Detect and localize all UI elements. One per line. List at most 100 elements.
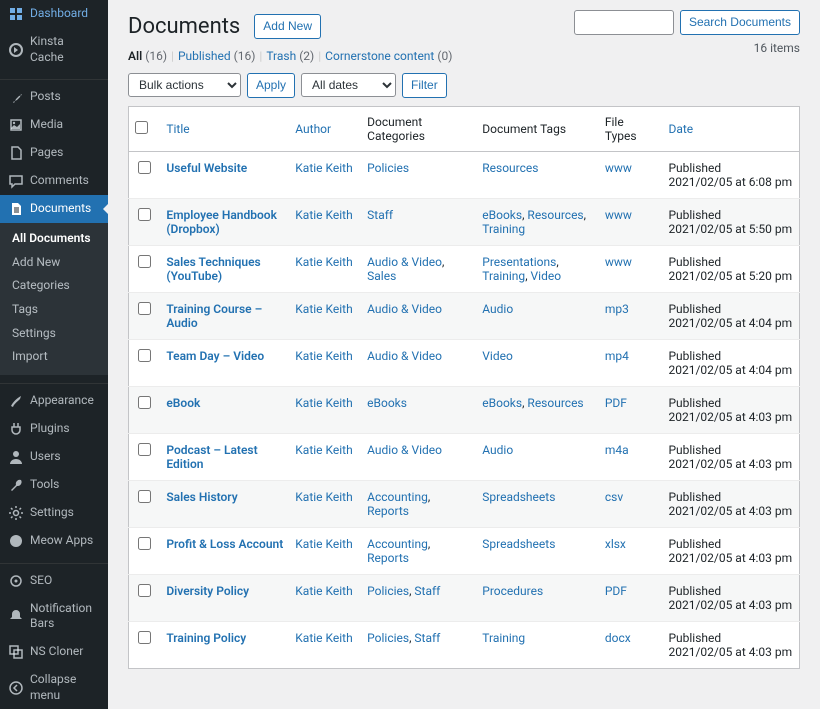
tag-link[interactable]: eBooks: [482, 396, 522, 410]
author-link[interactable]: Katie Keith: [295, 490, 352, 504]
doc-title-link[interactable]: Useful Website: [166, 161, 247, 175]
row-checkbox[interactable]: [138, 302, 151, 315]
select-all-checkbox[interactable]: [135, 121, 148, 134]
filter-button[interactable]: Filter: [402, 73, 447, 98]
search-documents-button[interactable]: Search Documents: [680, 10, 800, 35]
doc-title-link[interactable]: eBook: [166, 396, 200, 410]
tag-link[interactable]: Audio: [482, 443, 513, 457]
sidebar-item-appearance[interactable]: Appearance: [0, 387, 108, 415]
tag-link[interactable]: Procedures: [482, 584, 543, 598]
author-link[interactable]: Katie Keith: [295, 396, 352, 410]
category-link[interactable]: Policies: [367, 631, 409, 645]
category-link[interactable]: Sales: [367, 269, 396, 283]
author-link[interactable]: Katie Keith: [295, 631, 352, 645]
category-link[interactable]: Reports: [367, 551, 409, 565]
sidebar-item-collapse-menu[interactable]: Collapse menu: [0, 666, 108, 709]
doc-title-link[interactable]: Profit & Loss Account: [166, 537, 283, 551]
sidebar-item-tools[interactable]: Tools: [0, 471, 108, 499]
filetype-link[interactable]: www: [605, 161, 632, 175]
sidebar-item-kinsta-cache[interactable]: Kinsta Cache: [0, 28, 108, 71]
col-date[interactable]: Date: [668, 122, 693, 136]
tag-link[interactable]: Video: [531, 269, 562, 283]
category-link[interactable]: Accounting: [367, 490, 428, 504]
filetype-link[interactable]: PDF: [605, 584, 627, 598]
doc-title-link[interactable]: Employee Handbook (Dropbox): [166, 208, 277, 236]
sidebar-item-ns-cloner[interactable]: NS Cloner: [0, 638, 108, 666]
author-link[interactable]: Katie Keith: [295, 208, 352, 222]
category-link[interactable]: Policies: [367, 584, 409, 598]
author-link[interactable]: Katie Keith: [295, 537, 352, 551]
sidebar-item-dashboard[interactable]: Dashboard: [0, 0, 108, 28]
row-checkbox[interactable]: [138, 208, 151, 221]
row-checkbox[interactable]: [138, 584, 151, 597]
category-link[interactable]: Audio & Video: [367, 302, 442, 316]
sidebar-item-seo[interactable]: SEO: [0, 567, 108, 595]
tag-link[interactable]: Spreadsheets: [482, 490, 555, 504]
category-link[interactable]: Policies: [367, 161, 409, 175]
filetype-link[interactable]: PDF: [605, 396, 627, 410]
view-cornerstone-content[interactable]: Cornerstone content: [325, 49, 434, 63]
view-trash[interactable]: Trash: [266, 49, 296, 63]
apply-button[interactable]: Apply: [247, 73, 295, 98]
filetype-link[interactable]: m4a: [605, 443, 629, 457]
category-link[interactable]: Accounting: [367, 537, 428, 551]
row-checkbox[interactable]: [138, 537, 151, 550]
doc-title-link[interactable]: Sales History: [166, 490, 237, 504]
add-new-button[interactable]: Add New: [254, 14, 321, 39]
tag-link[interactable]: Presentations: [482, 255, 556, 269]
bulk-actions-select[interactable]: Bulk actions: [128, 73, 241, 97]
doc-title-link[interactable]: Podcast – Latest Edition: [166, 443, 257, 471]
category-link[interactable]: Staff: [367, 208, 393, 222]
filetype-link[interactable]: xlsx: [605, 537, 626, 551]
tag-link[interactable]: Audio: [482, 302, 513, 316]
tag-link[interactable]: Spreadsheets: [482, 537, 555, 551]
category-link[interactable]: Staff: [414, 631, 440, 645]
sidebar-item-plugins[interactable]: Plugins: [0, 415, 108, 443]
doc-title-link[interactable]: Training Course – Audio: [166, 302, 262, 330]
doc-title-link[interactable]: Team Day – Video: [166, 349, 264, 363]
submenu-item-import[interactable]: Import: [0, 345, 108, 369]
submenu-item-categories[interactable]: Categories: [0, 274, 108, 298]
category-link[interactable]: Audio & Video: [367, 349, 442, 363]
filetype-link[interactable]: mp3: [605, 302, 629, 316]
row-checkbox[interactable]: [138, 161, 151, 174]
row-checkbox[interactable]: [138, 255, 151, 268]
sidebar-item-comments[interactable]: Comments: [0, 167, 108, 195]
category-link[interactable]: Staff: [414, 584, 440, 598]
sidebar-item-meow-apps[interactable]: Meow Apps: [0, 527, 108, 555]
submenu-item-add-new[interactable]: Add New: [0, 251, 108, 275]
row-checkbox[interactable]: [138, 631, 151, 644]
tag-link[interactable]: Resources: [482, 161, 538, 175]
sidebar-item-notification-bars[interactable]: Notification Bars: [0, 595, 108, 638]
col-author[interactable]: Author: [295, 122, 331, 136]
filetype-link[interactable]: www: [605, 208, 632, 222]
tag-link[interactable]: Training: [482, 222, 525, 236]
row-checkbox[interactable]: [138, 443, 151, 456]
author-link[interactable]: Katie Keith: [295, 255, 352, 269]
filetype-link[interactable]: mp4: [605, 349, 629, 363]
category-link[interactable]: Audio & Video: [367, 443, 442, 457]
tag-link[interactable]: Training: [482, 631, 525, 645]
sidebar-item-media[interactable]: Media: [0, 111, 108, 139]
filetype-link[interactable]: docx: [605, 631, 631, 645]
view-published[interactable]: Published: [178, 49, 231, 63]
sidebar-item-pages[interactable]: Pages: [0, 139, 108, 167]
author-link[interactable]: Katie Keith: [295, 584, 352, 598]
row-checkbox[interactable]: [138, 396, 151, 409]
filetype-link[interactable]: csv: [605, 490, 623, 504]
row-checkbox[interactable]: [138, 490, 151, 503]
tag-link[interactable]: Training: [482, 269, 525, 283]
sidebar-item-settings[interactable]: Settings: [0, 499, 108, 527]
date-filter-select[interactable]: All dates: [301, 73, 396, 97]
doc-title-link[interactable]: Sales Techniques (YouTube): [166, 255, 260, 283]
sidebar-item-documents[interactable]: Documents: [0, 195, 108, 223]
tag-link[interactable]: Resources: [527, 396, 583, 410]
submenu-item-all-documents[interactable]: All Documents: [0, 227, 108, 251]
tag-link[interactable]: Resources: [527, 208, 583, 222]
submenu-item-settings[interactable]: Settings: [0, 322, 108, 346]
doc-title-link[interactable]: Diversity Policy: [166, 584, 249, 598]
tag-link[interactable]: eBooks: [482, 208, 522, 222]
author-link[interactable]: Katie Keith: [295, 443, 352, 457]
filetype-link[interactable]: www: [605, 255, 632, 269]
sidebar-item-posts[interactable]: Posts: [0, 83, 108, 111]
